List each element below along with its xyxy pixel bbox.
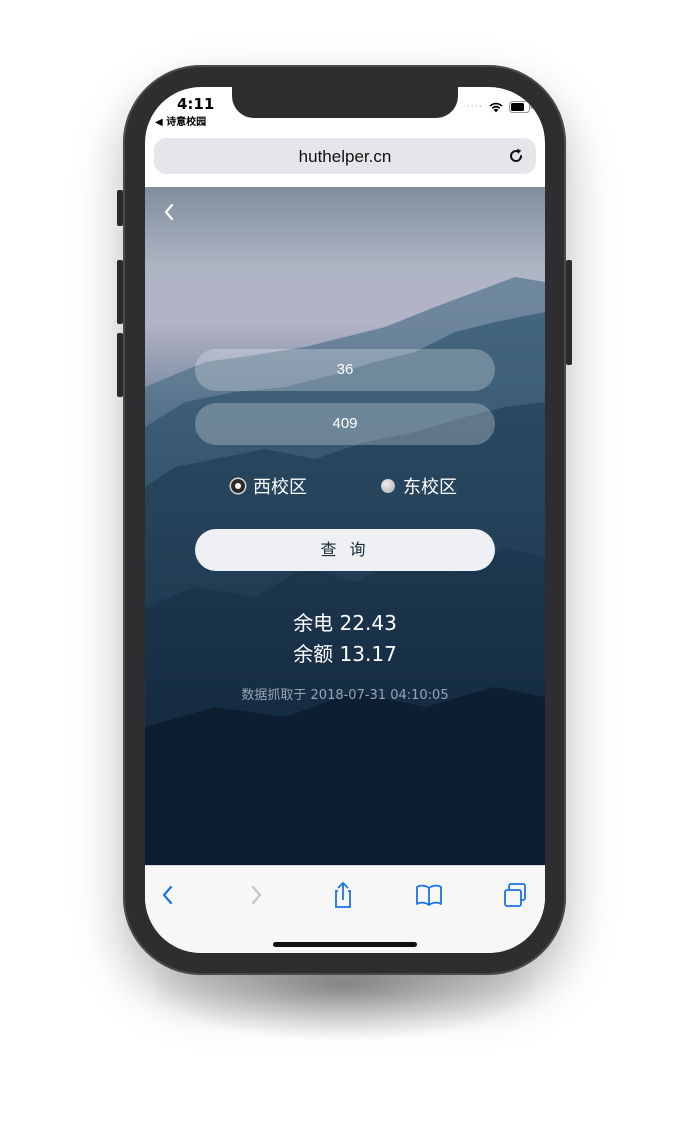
home-indicator[interactable] (273, 942, 417, 947)
status-icons: ···· (466, 101, 533, 113)
volume-up-button (117, 260, 123, 324)
share-icon[interactable] (328, 880, 358, 910)
browser-toolbar (145, 865, 545, 953)
electricity-result: 余电 22.43 (293, 611, 397, 635)
volume-down-button (117, 333, 123, 397)
signal-icon: ···· (466, 101, 483, 113)
back-icon[interactable] (153, 880, 183, 910)
radio-east-label: 东校区 (403, 477, 457, 498)
balance-result: 余额 13.17 (293, 642, 397, 666)
reload-icon[interactable] (506, 146, 526, 166)
bookmarks-icon[interactable] (414, 880, 444, 910)
campus-selector: 西校区 东校区 (145, 473, 545, 498)
building-input[interactable]: 36 (195, 349, 495, 391)
radio-west-campus[interactable]: 西校区 (231, 473, 307, 499)
room-input[interactable]: 409 (195, 403, 495, 445)
status-time: 4:11 (177, 95, 215, 113)
notch (232, 87, 458, 118)
power-button (566, 260, 572, 365)
forward-icon[interactable] (241, 880, 271, 910)
tabs-icon[interactable] (500, 880, 530, 910)
web-content: 36 409 西校区 东校区 查 询 余电 22.43 余额 13.17 数据抓… (145, 187, 545, 865)
mountain-background (145, 277, 545, 865)
wifi-icon (489, 102, 503, 113)
radio-unselected-icon (381, 479, 395, 493)
radio-east-campus[interactable]: 东校区 (381, 473, 457, 499)
back-to-app-link[interactable]: ◀ 诗意校园 (155, 113, 206, 128)
radio-west-label: 西校区 (253, 477, 307, 498)
fetch-timestamp: 数据抓取于 2018-07-31 04:10:05 (241, 688, 449, 703)
url-text: huthelper.cn (298, 147, 392, 166)
mute-switch (117, 190, 123, 226)
address-bar[interactable]: huthelper.cn (154, 138, 536, 174)
query-button[interactable]: 查 询 (195, 529, 495, 571)
phone-screen: 4:11 ◀ 诗意校园 ···· huthelper.cn 36 409 西校区… (145, 87, 545, 953)
page-back-icon[interactable] (161, 201, 177, 223)
battery-icon (509, 101, 533, 113)
radio-selected-icon (231, 479, 245, 493)
